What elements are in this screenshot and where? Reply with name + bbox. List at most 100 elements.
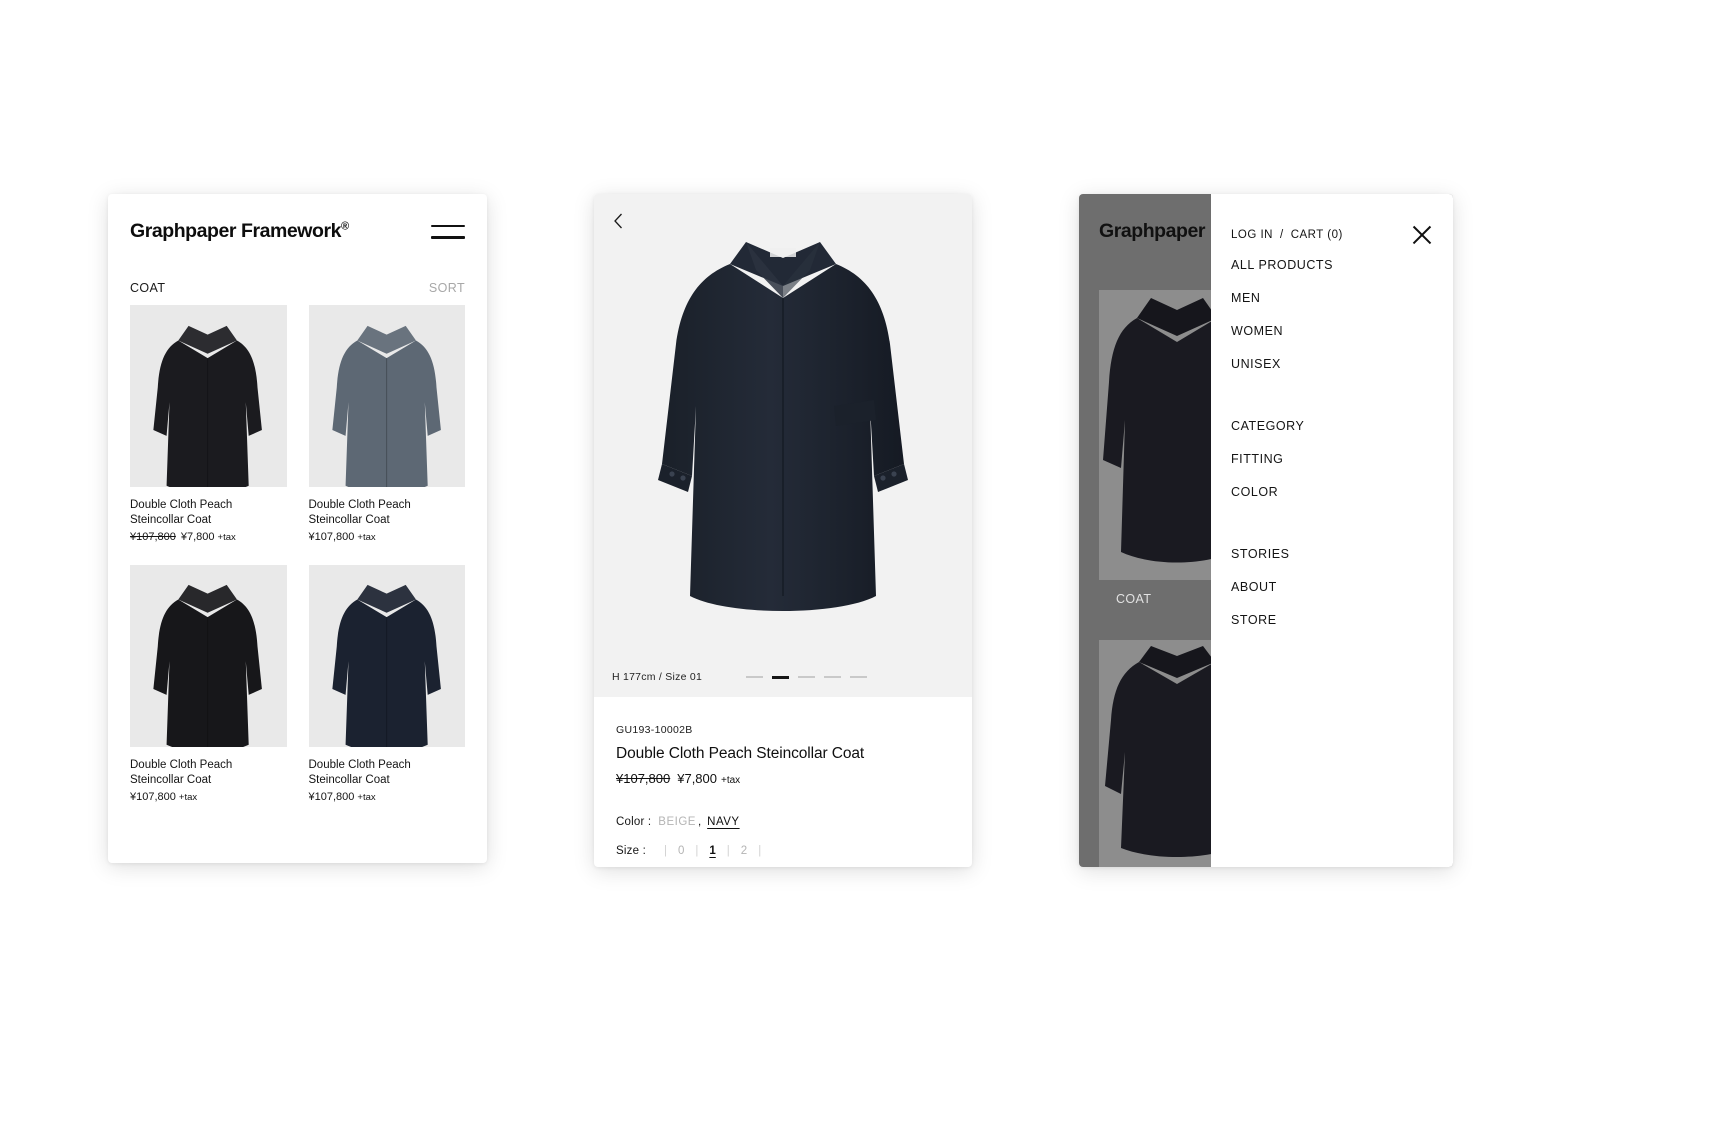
- product-name: Double Cloth Peach Steincollar Coat: [309, 498, 466, 528]
- product-title: Double Cloth Peach Steincollar Coat: [616, 745, 865, 762]
- price-current: ¥107,800: [130, 790, 176, 803]
- account-links: LOG IN / CART (0): [1231, 229, 1343, 241]
- price-tax-note: +tax: [721, 775, 741, 786]
- navigation-drawer-screen: Graphpaper Framework COAT LOG IN / CART (0…: [1079, 194, 1453, 867]
- price-current: ¥107,800: [308, 790, 355, 803]
- login-link[interactable]: LOG IN: [1231, 229, 1273, 241]
- product-name-line: Steincollar Coat: [308, 513, 390, 526]
- drawer-top-bar: LOG IN / CART (0): [1211, 222, 1453, 248]
- product-name: Double Cloth Peach Steincollar Coat: [309, 758, 466, 788]
- hamburger-bar: [431, 224, 465, 227]
- product-price: ¥107,800 ¥7,800 +tax: [616, 771, 950, 786]
- carousel-dot[interactable]: [772, 675, 790, 679]
- product-card[interactable]: Double Cloth Peach Steincollar Coat ¥107,8…: [308, 305, 466, 543]
- color-label: Color :: [616, 816, 652, 828]
- price-original: ¥107,800: [616, 771, 671, 786]
- product-name-line: Double Cloth Peach: [130, 499, 233, 511]
- nav-group-spacer: [1231, 380, 1433, 409]
- nav-item-women[interactable]: WOMEN: [1231, 314, 1433, 347]
- product-detail-screen: H 177cm / Size 01 GU193-10002B Double Cl…: [594, 194, 972, 867]
- product-price: ¥107,800 +tax: [309, 791, 466, 803]
- product-grid: Double Cloth Peach Steincollar Coat ¥107,8…: [108, 305, 487, 803]
- nav-item-unisex[interactable]: UNISEX: [1231, 347, 1433, 380]
- close-icon[interactable]: [1410, 224, 1433, 247]
- product-thumbnail[interactable]: [130, 564, 287, 747]
- drawer-nav-list: ALL PRODUCTS MEN WOMEN UNISEX CATEGORY FITTIN…: [1211, 248, 1453, 636]
- registered-mark: ®: [341, 220, 350, 233]
- product-card[interactable]: Double Cloth Peach Steincollar Coat ¥107,8…: [130, 305, 287, 543]
- price-tax-note: +tax: [357, 531, 376, 543]
- product-hero-image: H 177cm / Size 01: [594, 194, 972, 697]
- product-name-line: Double Cloth Peach: [308, 758, 411, 771]
- nav-item-category[interactable]: CATEGORY: [1231, 409, 1433, 442]
- nav-item-color[interactable]: COLOR: [1231, 475, 1433, 508]
- hamburger-bar: [431, 236, 465, 239]
- product-thumbnail[interactable]: [308, 564, 465, 747]
- product-price: ¥107,800 +tax: [130, 791, 287, 803]
- price-original: ¥107,800: [130, 530, 176, 543]
- cart-link[interactable]: CART (0): [1291, 229, 1343, 241]
- screenshot-canvas: Graphpaper Framework® COAT SORT Double C…: [0, 0, 1710, 1126]
- size-divider: |: [663, 845, 667, 857]
- links-separator: /: [1279, 229, 1284, 241]
- price-current: ¥7,800: [180, 530, 215, 543]
- carousel-dot[interactable]: [798, 676, 816, 678]
- color-option-beige[interactable]: BEIGE: [658, 816, 696, 828]
- nav-item-store[interactable]: STORE: [1231, 603, 1433, 636]
- product-name-line: Double Cloth Peach: [130, 758, 233, 771]
- product-sku: GU193-10002B: [616, 724, 693, 736]
- carousel-dot[interactable]: [746, 676, 764, 678]
- product-price: ¥107,800 ¥7,800 +tax: [130, 531, 287, 543]
- nav-group-spacer: [1231, 508, 1433, 537]
- product-listing-screen: Graphpaper Framework® COAT SORT Double C…: [108, 194, 487, 863]
- dimmed-category-label: COAT: [1116, 592, 1152, 606]
- product-name-line: Steincollar Coat: [130, 773, 212, 786]
- size-divider: |: [695, 845, 699, 857]
- product-name-line: Double Cloth Peach: [308, 499, 411, 511]
- brand-logo-text: Graphpaper Framework: [130, 220, 341, 242]
- size-option-2[interactable]: 2: [741, 845, 747, 857]
- sort-button[interactable]: SORT: [429, 281, 465, 295]
- size-option-1[interactable]: 1: [709, 845, 715, 857]
- listing-header: Graphpaper Framework®: [108, 194, 487, 243]
- product-name: Double Cloth Peach Steincollar Coat: [130, 498, 287, 528]
- size-label: Size :: [616, 845, 646, 857]
- size-divider: |: [726, 845, 730, 857]
- product-name: Double Cloth Peach Steincollar Coat: [130, 758, 287, 788]
- back-chevron-icon[interactable]: [608, 210, 630, 232]
- size-divider: |: [758, 845, 762, 857]
- product-name-line: Steincollar Coat: [308, 773, 390, 786]
- carousel-dot[interactable]: [850, 676, 868, 678]
- carousel-dot[interactable]: [824, 676, 842, 678]
- price-current: ¥7,800: [677, 771, 717, 786]
- category-title: COAT: [130, 281, 166, 295]
- nav-item-all-products[interactable]: ALL PRODUCTS: [1231, 248, 1433, 281]
- category-bar: COAT SORT: [108, 243, 487, 305]
- product-card[interactable]: Double Cloth Peach Steincollar Coat ¥107,8…: [308, 564, 466, 803]
- nav-item-fitting[interactable]: FITTING: [1231, 442, 1433, 475]
- navigation-drawer: LOG IN / CART (0) ALL PRODUCTS MEN WOMEN UNIS…: [1211, 194, 1453, 867]
- color-separator: ,: [697, 816, 702, 828]
- color-selector: Color : BEIGE , NAVY: [616, 816, 950, 828]
- price-tax-note: +tax: [178, 791, 198, 803]
- product-card[interactable]: Double Cloth Peach Steincollar Coat ¥107,8…: [130, 564, 287, 803]
- price-tax-note: +tax: [217, 531, 236, 543]
- model-size-note: H 177cm / Size 01: [612, 671, 703, 683]
- product-name-line: Steincollar Coat: [130, 513, 212, 526]
- product-thumbnail[interactable]: [130, 305, 287, 487]
- product-detail-body: GU193-10002B Double Cloth Peach Steincol…: [594, 697, 972, 857]
- price-current: ¥107,800: [308, 530, 355, 543]
- nav-item-stories[interactable]: STORIES: [1231, 537, 1433, 570]
- hamburger-menu-icon[interactable]: [431, 222, 465, 242]
- brand-logo[interactable]: Graphpaper Framework®: [130, 220, 349, 243]
- product-thumbnail[interactable]: [308, 305, 465, 487]
- hero-footer: H 177cm / Size 01: [594, 671, 972, 683]
- image-carousel-dots[interactable]: [746, 675, 868, 679]
- nav-item-about[interactable]: ABOUT: [1231, 570, 1433, 603]
- nav-item-men[interactable]: MEN: [1231, 281, 1433, 314]
- hero-coat-illustration: [638, 224, 928, 654]
- color-option-navy[interactable]: NAVY: [707, 816, 739, 828]
- product-price: ¥107,800 +tax: [309, 531, 466, 543]
- size-option-0[interactable]: 0: [678, 845, 684, 857]
- size-selector: Size : | 0 | 1 | 2 |: [616, 845, 950, 857]
